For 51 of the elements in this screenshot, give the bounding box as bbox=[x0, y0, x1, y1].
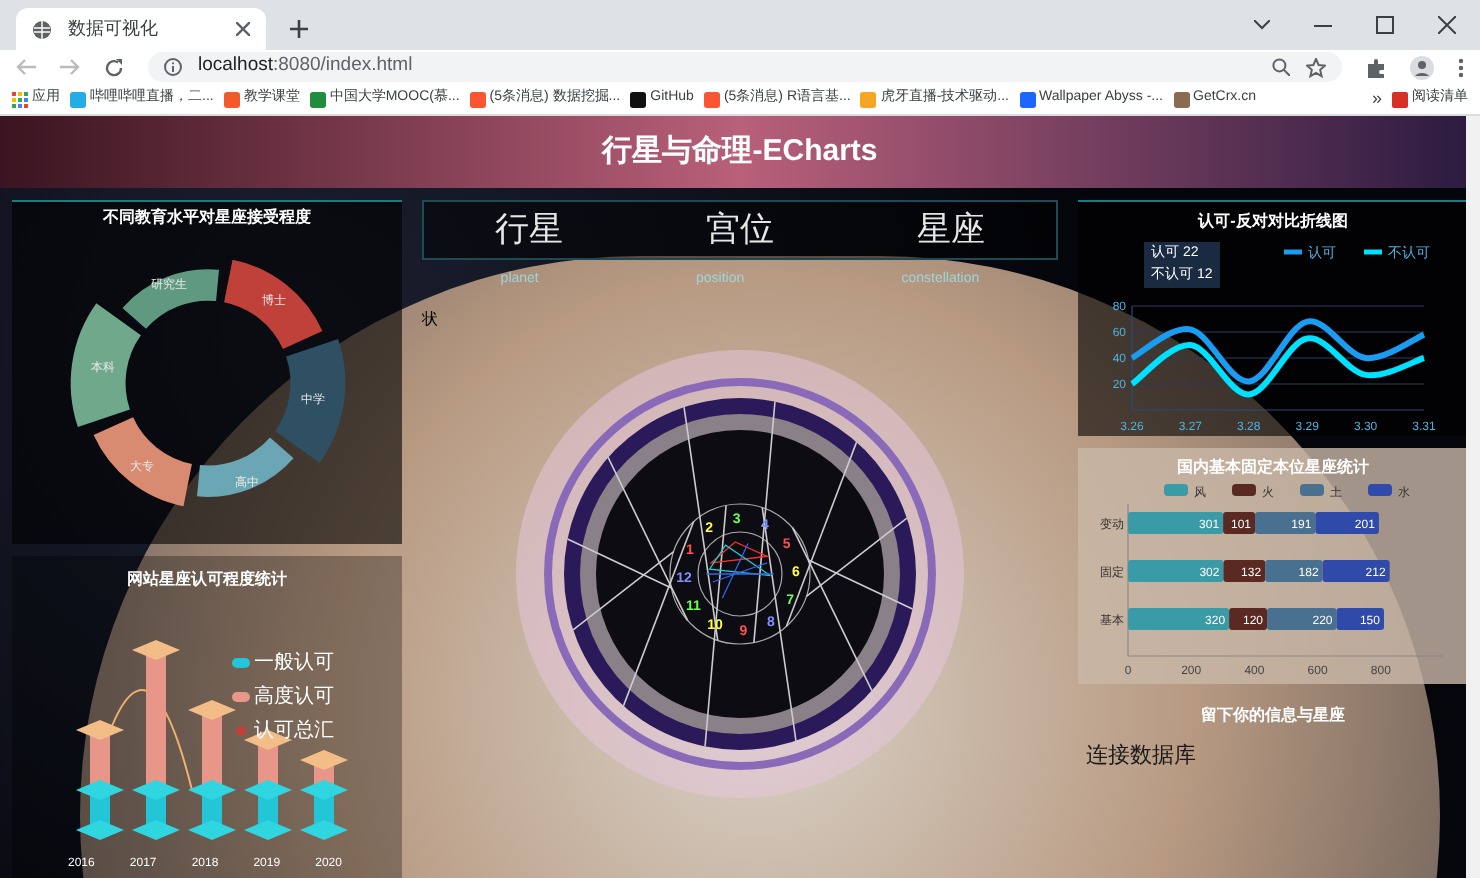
panel-title: 留下你的信息与星座 bbox=[1201, 704, 1345, 728]
menu-icon[interactable] bbox=[1458, 57, 1464, 77]
bar bbox=[76, 780, 124, 840]
legend-label: 一般认可 bbox=[254, 650, 334, 678]
chart-title: 网站星座认可程度统计 bbox=[127, 568, 287, 592]
more-bookmarks[interactable]: » bbox=[1371, 85, 1382, 113]
site-icon bbox=[703, 91, 720, 107]
database-link[interactable]: 连接数据库 bbox=[1086, 740, 1196, 773]
legend-swatch bbox=[1283, 249, 1301, 255]
bar bbox=[1314, 512, 1378, 534]
globe-icon bbox=[32, 19, 52, 39]
puzzle-icon[interactable] bbox=[1366, 57, 1386, 77]
reload-icon[interactable] bbox=[104, 57, 124, 77]
zoom-icon[interactable] bbox=[1272, 58, 1290, 76]
site-icon bbox=[223, 91, 240, 107]
legend-label: 高度认可 bbox=[254, 683, 334, 712]
new-tab-icon[interactable] bbox=[290, 20, 308, 38]
nav-link[interactable]: 宫位 bbox=[705, 204, 774, 256]
address-bar[interactable]: localhost:8080/index.html bbox=[148, 52, 1342, 82]
maximize-icon[interactable] bbox=[1376, 16, 1394, 34]
bar bbox=[1321, 560, 1389, 582]
chart-title: 认可-反对对比折线图 bbox=[1198, 210, 1348, 234]
page-title: 行星与命理-ECharts bbox=[602, 131, 878, 172]
reading-list-icon bbox=[1392, 91, 1408, 107]
legend-swatch bbox=[1363, 249, 1381, 255]
site-icon bbox=[70, 91, 86, 107]
browser-tab[interactable]: 数据可视化 bbox=[16, 8, 266, 50]
close-icon[interactable] bbox=[236, 22, 250, 36]
bar bbox=[244, 780, 292, 840]
star-icon[interactable] bbox=[1306, 57, 1326, 77]
site-icon bbox=[1019, 91, 1035, 107]
tab-title: 数据可视化 bbox=[68, 15, 158, 42]
nav-link[interactable]: 星座 bbox=[916, 204, 985, 256]
site-icon bbox=[630, 91, 647, 107]
site-icon bbox=[1173, 91, 1189, 107]
info-icon bbox=[164, 58, 182, 76]
bar bbox=[1264, 560, 1322, 582]
profile-avatar-icon[interactable] bbox=[1410, 55, 1434, 79]
nav-link[interactable]: 行星 bbox=[495, 204, 564, 256]
chevron-down-icon[interactable] bbox=[1254, 20, 1270, 30]
module-label: 状 bbox=[422, 309, 438, 327]
y-axis bbox=[1130, 305, 1132, 411]
site-icon bbox=[860, 91, 877, 107]
chart-title: 国内基本固定本位星座统计 bbox=[1177, 456, 1369, 480]
site-icon bbox=[469, 91, 486, 107]
site-icon bbox=[309, 91, 326, 107]
apps-grid-icon bbox=[12, 91, 28, 107]
url-text: localhost:8080/index.html bbox=[198, 52, 413, 81]
chart-title: 不同教育水平对星座接受程度 bbox=[103, 206, 311, 230]
minimize-icon[interactable] bbox=[1314, 23, 1332, 27]
close-icon[interactable] bbox=[1438, 16, 1456, 34]
